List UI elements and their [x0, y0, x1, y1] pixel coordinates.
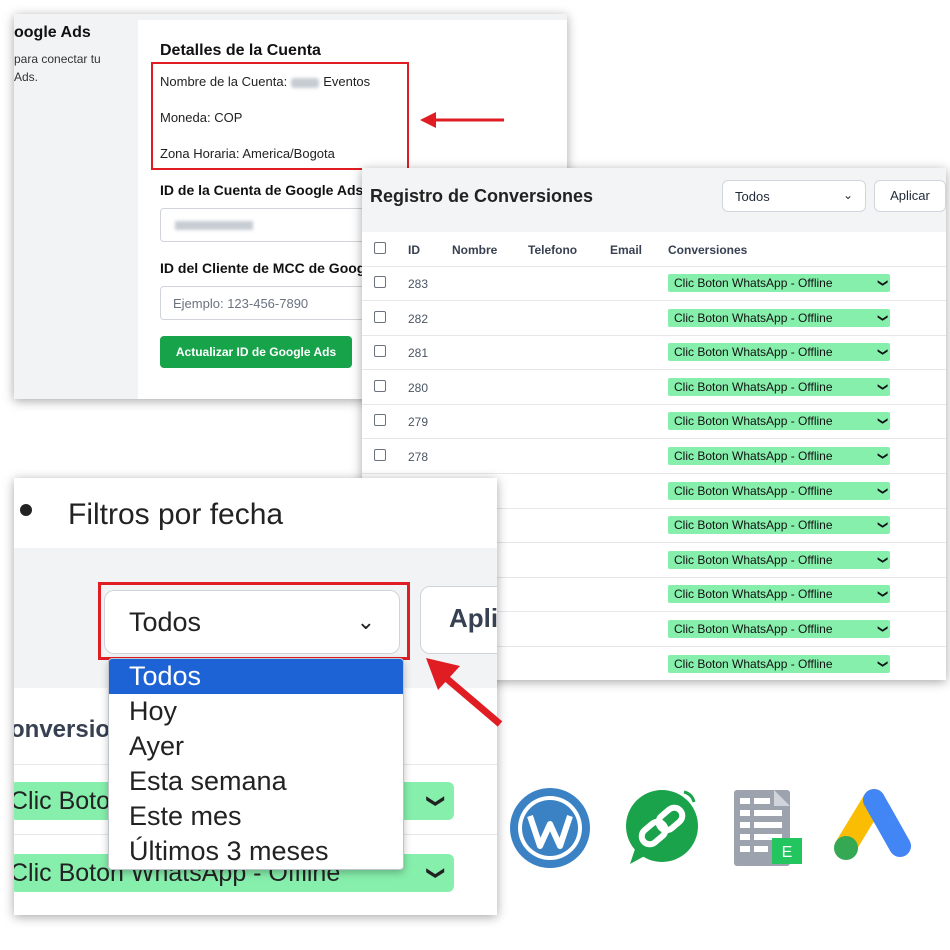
row-checkbox[interactable]	[374, 379, 386, 392]
red-arrow-left-icon	[420, 112, 504, 128]
chevron-down-icon: ❯	[426, 865, 447, 881]
conversion-select[interactable]: Clic Boton WhatsApp - Offline ❯	[668, 620, 890, 638]
dropdown-option[interactable]: Hoy	[109, 694, 403, 729]
chevron-down-icon: ❯	[876, 659, 888, 668]
table-row: 281 Clic Boton WhatsApp - Offline ❯	[362, 335, 946, 371]
conversion-value: Clic Boton WhatsApp - Offline	[674, 276, 833, 290]
conversion-value: Clic Boton WhatsApp - Offline	[674, 310, 833, 325]
chevron-down-icon: ❯	[876, 417, 888, 426]
conversion-select[interactable]: Clic Boton WhatsApp - Offline ❯	[668, 274, 890, 292]
red-arrow-up-left-icon	[426, 658, 503, 727]
wordpress-icon	[510, 788, 590, 868]
conversion-select[interactable]: Clic Boton WhatsApp - Offline ❯	[668, 654, 890, 673]
column-id: ID	[408, 243, 420, 257]
chevron-down-icon: ❯	[426, 793, 447, 809]
redacted-value	[175, 221, 253, 230]
conversions-heading-partial: onversio	[14, 716, 111, 743]
table-row: 278 Clic Boton WhatsApp - Offline ❯	[362, 439, 946, 474]
conversion-value: Clic Boton WhatsApp - Offline	[674, 656, 833, 671]
conversion-value: Clic Boton WhatsApp - Offline	[674, 379, 833, 394]
chevron-down-icon: ❯	[876, 382, 888, 391]
apply-button-zoomed[interactable]: Apli	[420, 586, 497, 654]
chevron-down-icon: ❯	[876, 347, 888, 357]
conversion-value: Clic Boton WhatsApp - Offline	[674, 622, 833, 636]
sidebar-title: oogle Ads	[14, 24, 91, 41]
date-filter-heading: Filtros por fecha	[68, 498, 284, 531]
chevron-down-icon: ❯	[876, 590, 888, 599]
row-checkbox[interactable]	[374, 345, 386, 358]
chevron-down-icon: ⌄	[842, 188, 853, 202]
chevron-down-icon: ❯	[876, 451, 888, 461]
spreadsheet-icon: E	[734, 790, 802, 866]
dropdown-option[interactable]: Este mes	[109, 799, 403, 834]
column-conversiones: Conversiones	[668, 243, 748, 257]
column-email: Email	[610, 243, 643, 257]
conversion-value: Clic Boton WhatsApp - Offline	[674, 552, 833, 567]
mcc-placeholder: Ejemplo: 123-456-7890	[173, 296, 309, 311]
chevron-down-icon: ❯	[876, 520, 888, 530]
conversion-select[interactable]: Clic Boton WhatsApp - Offline ❯	[668, 481, 890, 500]
conversion-value: Clic Boton WhatsApp - Offline	[674, 449, 833, 463]
chevron-down-icon: ❯	[876, 486, 888, 495]
row-checkbox[interactable]	[374, 310, 386, 323]
conversion-select[interactable]: Clic Boton WhatsApp - Offline ❯	[668, 308, 890, 327]
conversion-select[interactable]: Clic Boton WhatsApp - Offline ❯	[668, 377, 890, 396]
row-checkbox[interactable]	[374, 276, 386, 288]
table-row: 283 Clic Boton WhatsApp - Offline ❯	[362, 266, 946, 301]
conversion-value: Clic Boton WhatsApp - Offline	[674, 345, 833, 360]
column-telefono: Telefono	[528, 243, 578, 257]
date-filter-dropdown-menu: Todos Hoy Ayer Esta semana Este mes Últimos 3…	[108, 658, 404, 870]
svg-text:E: E	[782, 844, 793, 861]
dropdown-option[interactable]: Todos	[109, 659, 403, 694]
account-details-title: Detalles de la Cuenta	[160, 42, 321, 59]
column-nombre: Nombre	[452, 243, 498, 257]
row-id: 281	[408, 346, 429, 361]
dropdown-option[interactable]: Ayer	[109, 729, 403, 764]
table-header: ID Nombre Telefono Email Conversiones	[362, 232, 946, 267]
conversions-title: Registro de Conversiones	[370, 186, 594, 206]
select-all-checkbox[interactable]	[374, 242, 386, 254]
conversion-select[interactable]: Clic Boton WhatsApp - Offline ❯	[668, 550, 890, 569]
date-filter-value: Todos	[735, 189, 770, 204]
update-google-ads-button[interactable]: Actualizar ID de Google Ads	[160, 336, 352, 368]
row-checkbox[interactable]	[374, 449, 386, 461]
date-filter-select[interactable]: Todos ⌄	[722, 180, 866, 212]
chevron-down-icon: ❯	[876, 278, 888, 288]
google-ads-icon	[834, 789, 911, 860]
table-row: 279 Clic Boton WhatsApp - Offline ❯	[362, 404, 946, 440]
dropdown-option[interactable]: Últimos 3 meses	[109, 834, 403, 869]
conversion-select[interactable]: Clic Boton WhatsApp - Offline ❯	[668, 516, 890, 535]
conversion-value: Clic Boton WhatsApp - Offline	[674, 587, 833, 602]
link-chat-icon	[626, 790, 698, 864]
conversion-select[interactable]: Clic Boton WhatsApp - Offline ❯	[668, 447, 890, 465]
row-id: 283	[408, 277, 429, 291]
conversion-value: Clic Boton WhatsApp - Offline	[674, 414, 833, 429]
row-id: 278	[408, 450, 429, 464]
table-row: 282 Clic Boton WhatsApp - Offline ❯	[362, 301, 946, 336]
row-id: 279	[408, 415, 429, 430]
account-id-label: ID de la Cuenta de Google Ads	[160, 182, 364, 198]
mcc-id-label: ID del Cliente de MCC de Goog	[160, 260, 366, 276]
row-id: 282	[408, 311, 429, 326]
chevron-down-icon: ❯	[876, 624, 888, 634]
conversion-value: Clic Boton WhatsApp - Offline	[674, 518, 833, 533]
conversion-select[interactable]: Clic Boton WhatsApp - Offline ❯	[668, 343, 890, 362]
dropdown-option[interactable]: Esta semana	[109, 764, 403, 799]
highlight-box	[98, 582, 410, 660]
row-checkbox[interactable]	[374, 414, 386, 427]
chevron-down-icon: ❯	[876, 555, 888, 564]
apply-button[interactable]: Aplicar	[874, 180, 946, 212]
highlight-box	[151, 62, 409, 170]
conversion-select[interactable]: Clic Boton WhatsApp - Offline ❯	[668, 585, 890, 604]
table-row: 280 Clic Boton WhatsApp - Offline ❯	[362, 370, 946, 405]
chevron-down-icon: ❯	[876, 313, 888, 322]
conversion-value: Clic Boton WhatsApp - Offline	[674, 483, 833, 498]
sidebar-description: para conectar tu Ads.	[14, 52, 101, 84]
conversion-select[interactable]: Clic Boton WhatsApp - Offline ❯	[668, 412, 890, 431]
row-id: 280	[408, 380, 429, 395]
bullet-icon	[20, 504, 32, 516]
